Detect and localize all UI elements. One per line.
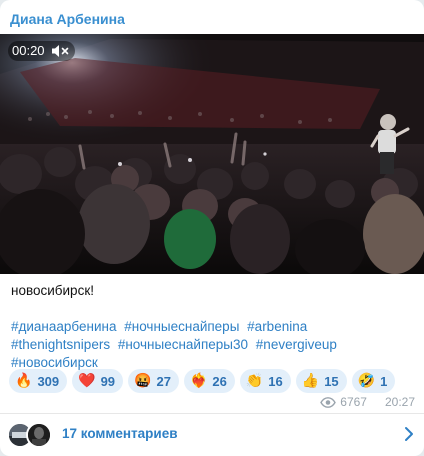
reaction-count: 26	[212, 373, 227, 389]
reaction-rolling-laughing[interactable]: 🤣 1	[351, 369, 396, 393]
thumbs-up-icon: 👍	[301, 373, 320, 389]
reaction-cursing-face[interactable]: 🤬 27	[128, 369, 179, 393]
hashtag-list: #дианаарбенина #ночныеснайперы #arbenina…	[11, 318, 415, 372]
heart-on-fire-icon: ❤️‍🔥	[189, 373, 208, 389]
channel-name[interactable]: Диана Арбенина	[10, 11, 125, 27]
comments-button[interactable]: 17 комментариев	[0, 414, 424, 456]
video-duration-badge: 00:20	[8, 41, 75, 61]
chevron-right-icon	[405, 427, 413, 441]
comments-count-label: 17 комментариев	[62, 426, 178, 441]
hashtag-link[interactable]: #ночныеснайперы30	[118, 337, 248, 352]
reaction-heart[interactable]: ❤️ 99	[72, 369, 124, 393]
reaction-count: 27	[156, 373, 171, 389]
channel-post: Диана Арбенина 00:20 новосибирск! #диана…	[0, 0, 424, 456]
post-time: 20:27	[384, 395, 415, 409]
reaction-count: 15	[324, 373, 339, 389]
fire-icon: 🔥	[15, 373, 33, 389]
heart-icon: ❤️	[78, 373, 96, 389]
video-player[interactable]: 00:20	[0, 34, 424, 274]
hashtag-link[interactable]: #новосибирск	[11, 355, 98, 370]
reaction-thumbs-up[interactable]: 👍 15	[295, 369, 347, 393]
clapping-hands-icon: 👏	[245, 373, 264, 389]
reaction-count: 16	[268, 373, 283, 389]
hashtag-link[interactable]: #дианаарбенина	[11, 319, 116, 334]
post-text: новосибирск!	[11, 283, 94, 298]
video-duration: 00:20	[12, 43, 45, 58]
views-count: 6767	[340, 395, 367, 409]
speaker-muted-icon[interactable]	[51, 44, 69, 58]
reaction-heart-on-fire[interactable]: ❤️‍🔥 26	[183, 369, 235, 393]
hashtag-link[interactable]: #thenightsnipers	[11, 337, 110, 352]
cursing-face-icon: 🤬	[134, 373, 152, 389]
hashtag-link[interactable]: #nevergiveup	[256, 337, 337, 352]
eye-icon	[320, 396, 337, 408]
avatar-image	[28, 424, 50, 446]
reactions-bar: 🔥 309 ❤️ 99 🤬 27 ❤️‍🔥 26 👏 16 👍 15 🤣 1	[9, 369, 396, 393]
reaction-clapping-hands[interactable]: 👏 16	[239, 369, 291, 393]
reaction-count: 309	[37, 373, 60, 389]
reaction-fire[interactable]: 🔥 309	[9, 369, 68, 393]
hashtag-link[interactable]: #ночныеснайперы	[124, 319, 239, 334]
concert-video-frame	[0, 34, 424, 274]
reaction-count: 1	[380, 373, 388, 389]
hashtag-link[interactable]: #arbenina	[247, 319, 307, 334]
avatar	[26, 422, 52, 448]
post-meta: 6767 20:27	[320, 395, 415, 409]
rolling-laughing-icon: 🤣	[357, 373, 376, 389]
reaction-count: 99	[100, 373, 116, 389]
